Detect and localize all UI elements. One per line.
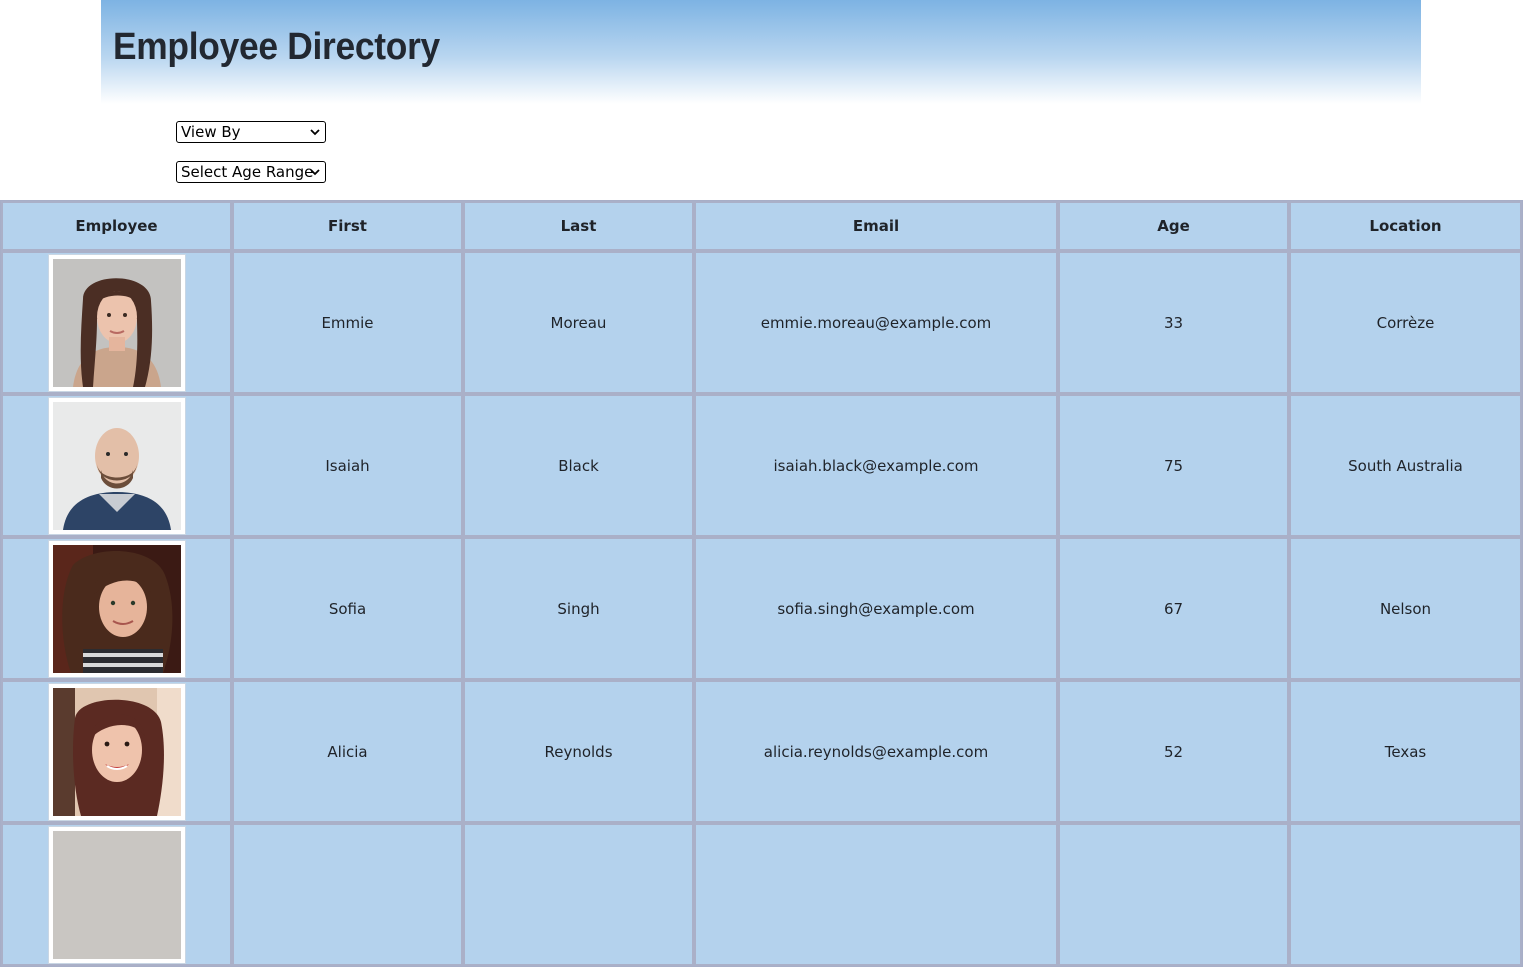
location-cell: South Australia [1289,394,1522,537]
first-name-cell: Emmie [232,251,463,394]
location-cell: Nelson [1289,537,1522,680]
email-cell: isaiah.black@example.com [694,394,1058,537]
email-cell: emmie.moreau@example.com [694,251,1058,394]
first-name-cell: Alicia [232,680,463,823]
chevron-down-icon [310,169,320,176]
table-header-row: Employee First Last Email Age Location [1,201,1522,251]
page-header: Employee Directory [101,0,1421,104]
employee-photo [48,254,185,391]
chevron-down-icon [310,129,320,136]
employee-photo [48,540,185,677]
column-header-location[interactable]: Location [1289,201,1522,251]
last-name-cell: Singh [463,537,694,680]
location-cell: Corrèze [1289,251,1522,394]
age-cell: 75 [1058,394,1289,537]
last-name-cell [463,823,694,966]
employee-photo-cell [1,394,232,537]
last-name-cell: Reynolds [463,680,694,823]
employee-photo [48,683,185,820]
location-cell: Texas [1289,680,1522,823]
employee-table: Employee First Last Email Age Location E… [0,200,1523,967]
age-cell: 33 [1058,251,1289,394]
page-title: Employee Directory [113,26,440,68]
view-by-select-value: View By [181,123,241,141]
age-range-select-value: Select Age Range [181,163,314,181]
employee-photo [48,826,185,963]
table-row: Isaiah Black isaiah.black@example.com 75… [1,394,1522,537]
age-cell: 67 [1058,537,1289,680]
table-row [1,823,1522,966]
view-by-select[interactable]: View By [176,121,326,143]
employee-photo-cell [1,537,232,680]
table-row: Sofia Singh sofia.singh@example.com 67 N… [1,537,1522,680]
column-header-first[interactable]: First [232,201,463,251]
email-cell: sofia.singh@example.com [694,537,1058,680]
age-cell: 52 [1058,680,1289,823]
age-range-select[interactable]: Select Age Range [176,161,326,183]
first-name-cell: Sofia [232,537,463,680]
column-header-employee[interactable]: Employee [1,201,232,251]
column-header-last[interactable]: Last [463,201,694,251]
employee-photo-cell [1,251,232,394]
last-name-cell: Black [463,394,694,537]
column-header-email[interactable]: Email [694,201,1058,251]
table-row: Alicia Reynolds alicia.reynolds@example.… [1,680,1522,823]
age-cell [1058,823,1289,966]
first-name-cell [232,823,463,966]
column-header-age[interactable]: Age [1058,201,1289,251]
employee-photo-cell [1,823,232,966]
email-cell [694,823,1058,966]
email-cell: alicia.reynolds@example.com [694,680,1058,823]
table-row: Emmie Moreau emmie.moreau@example.com 33… [1,251,1522,394]
employee-photo-cell [1,680,232,823]
location-cell [1289,823,1522,966]
employee-photo [48,397,185,534]
first-name-cell: Isaiah [232,394,463,537]
last-name-cell: Moreau [463,251,694,394]
